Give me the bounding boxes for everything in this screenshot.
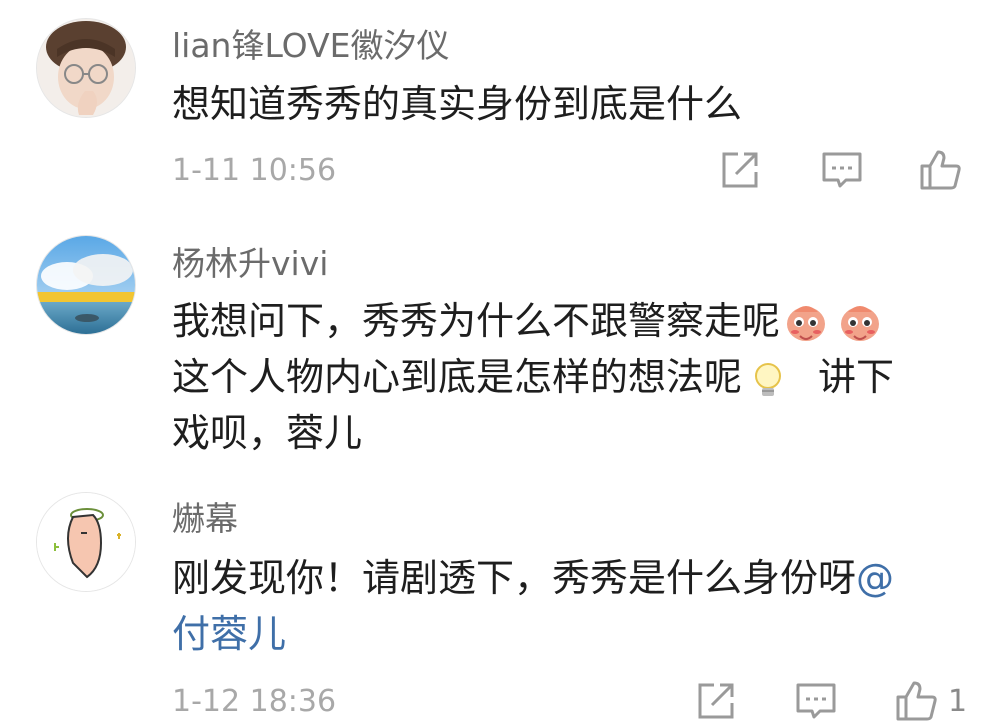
- like-button[interactable]: [894, 679, 938, 723]
- shy-face-emoji-icon: [838, 302, 882, 346]
- username[interactable]: 爀幕: [172, 499, 238, 539]
- avatar[interactable]: [36, 235, 136, 335]
- share-button[interactable]: [718, 148, 762, 192]
- timestamp: 1-12 18:36: [172, 684, 337, 719]
- share-button[interactable]: [694, 679, 738, 723]
- like-button[interactable]: [918, 148, 962, 192]
- lightbulb-emoji-icon: [746, 358, 790, 402]
- shy-face-emoji-icon: [784, 302, 828, 346]
- share-icon: [722, 152, 758, 188]
- like-count: 1: [948, 684, 968, 719]
- comment-text: 想知道秀秀的真实身份到底是什么: [172, 82, 743, 126]
- comment-text-line: 我想问下，秀秀为什么不跟警察走呢: [172, 293, 952, 349]
- comment-text-line: 付蓉儿: [172, 606, 952, 662]
- mention-link[interactable]: 付蓉儿: [172, 612, 286, 656]
- avatar[interactable]: [36, 492, 136, 592]
- share-icon: [698, 683, 734, 719]
- timestamp: 1-11 10:56: [172, 153, 337, 188]
- comment-text-segment: 我想问下，秀秀为什么不跟警察走呢: [172, 299, 781, 343]
- comment-text-segment: 这个人物内心到底是怎样的想法呢: [172, 355, 743, 399]
- username[interactable]: 杨林升vivi: [172, 244, 328, 284]
- comment-text: 我想问下，秀秀为什么不跟警察走呢 这个人物内心到底是怎样的想法呢 讲下 戏呗，蓉…: [172, 293, 952, 461]
- comment-text-line: 戏呗，蓉儿: [172, 411, 363, 455]
- thumbs-up-icon: [896, 681, 937, 721]
- comment-icon: [822, 152, 862, 188]
- avatar[interactable]: [36, 18, 136, 118]
- comment-text-line: 刚发现你！请剧透下，秀秀是什么身份呀@: [172, 550, 952, 606]
- thumbs-up-icon: [920, 150, 961, 190]
- comment-text: 刚发现你！请剧透下，秀秀是什么身份呀@ 付蓉儿: [172, 550, 952, 662]
- reply-button[interactable]: [794, 679, 838, 723]
- username[interactable]: lian锋LOVE徽汐仪: [172, 26, 450, 66]
- mention-link[interactable]: @: [856, 556, 894, 600]
- comment-icon: [796, 683, 836, 719]
- comment-text-segment: 刚发现你！请剧透下，秀秀是什么身份呀: [172, 556, 857, 600]
- comment-text-line: 这个人物内心到底是怎样的想法呢 讲下: [172, 349, 952, 405]
- comment-text-segment: 讲下: [818, 355, 895, 399]
- reply-button[interactable]: [820, 148, 864, 192]
